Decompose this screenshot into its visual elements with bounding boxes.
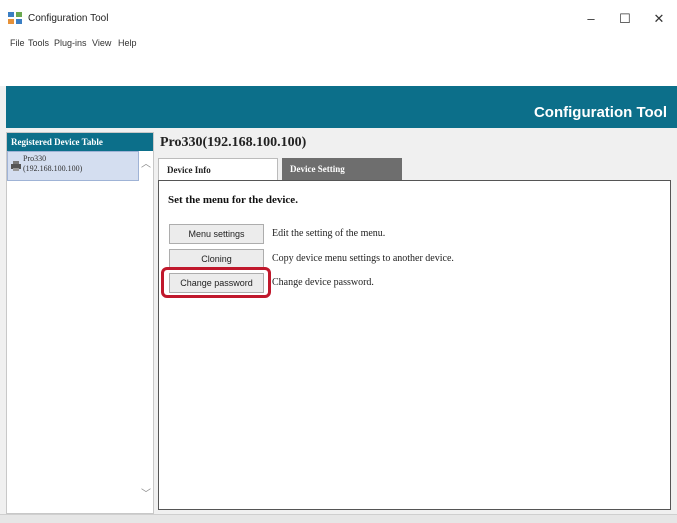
toolbar-area [0, 54, 677, 86]
tab-device-info[interactable]: Device Info [158, 158, 278, 180]
device-table-panel: Registered Device Table Pro330 (192.168.… [6, 132, 154, 514]
menu-settings-description: Edit the setting of the menu. [272, 228, 386, 239]
minimize-icon[interactable]: – [576, 8, 606, 30]
cloning-button[interactable]: Cloning [169, 249, 264, 269]
device-list-item[interactable]: Pro330 (192.168.100.100) [7, 151, 139, 181]
menu-bar: File Tools Plug-ins View Help [0, 34, 677, 54]
cloning-description: Copy device menu settings to another dev… [272, 253, 454, 264]
highlight-box [161, 267, 271, 298]
maximize-icon[interactable]: ☐ [610, 8, 640, 30]
title-bar: Configuration Tool – ☐ ✕ [0, 0, 677, 34]
menu-help[interactable]: Help [118, 38, 137, 48]
menu-view[interactable]: View [92, 38, 111, 48]
device-table-header: Registered Device Table [7, 133, 153, 151]
device-name: Pro330 [23, 154, 47, 163]
menu-settings-button[interactable]: Menu settings [169, 224, 264, 244]
menu-file[interactable]: File [10, 38, 25, 48]
menu-plugins[interactable]: Plug-ins [54, 38, 87, 48]
app-banner: Configuration Tool [6, 86, 677, 128]
app-icon [8, 12, 22, 24]
window-title: Configuration Tool [28, 13, 109, 24]
close-icon[interactable]: ✕ [644, 8, 674, 30]
scroll-up-icon[interactable]: ︿ [141, 155, 151, 170]
menu-tools[interactable]: Tools [28, 38, 49, 48]
printer-icon [11, 161, 21, 171]
content-heading: Set the menu for the device. [168, 194, 298, 206]
scroll-down-icon[interactable]: ﹀ [141, 485, 151, 500]
device-ip: (192.168.100.100) [23, 164, 83, 173]
device-title: Pro330(192.168.100.100) [160, 135, 307, 150]
change-password-description: Change device password. [272, 277, 374, 288]
banner-title: Configuration Tool [533, 104, 667, 121]
tab-device-setting[interactable]: Device Setting [282, 158, 402, 180]
